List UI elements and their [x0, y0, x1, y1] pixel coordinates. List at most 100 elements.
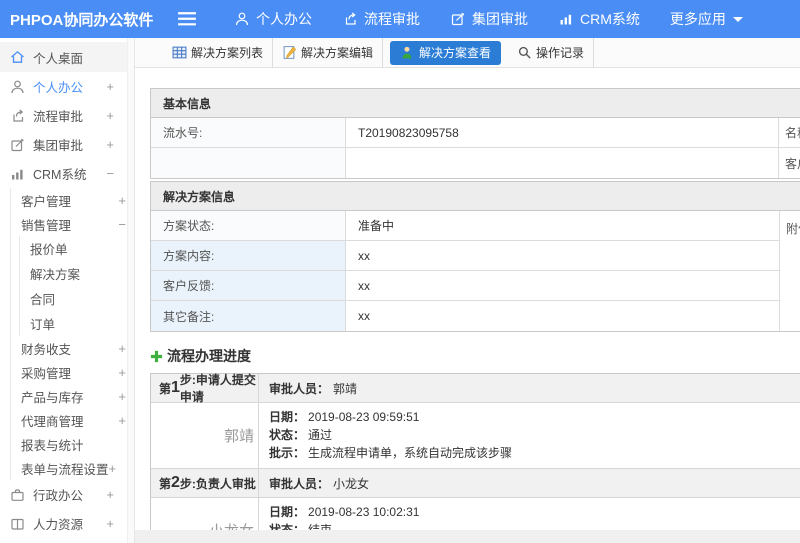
- field-label-empty: [151, 148, 346, 178]
- field-label-content: 方案内容:: [151, 241, 346, 270]
- crm-submenu: 客户管理 + 销售管理 − 报价单 解决方案 合同 订单 财务收支 + 采购管理…: [10, 188, 134, 480]
- nav-more-apps[interactable]: 更多应用: [655, 0, 758, 38]
- step-header-row: 第 2 步:负责人审批 审批人员： 小龙女: [151, 469, 800, 498]
- sidebar-item-label: 销售管理: [21, 218, 72, 233]
- tab-label: 解决方案查看: [419, 46, 492, 60]
- edit-square-icon: [9, 137, 26, 153]
- sidebar-item-label: 报价单: [30, 243, 68, 257]
- sidebar-item-order[interactable]: 订单: [20, 311, 134, 336]
- hamburger-menu-icon[interactable]: [177, 11, 197, 27]
- sidebar-item-personal-desktop[interactable]: 个人桌面: [0, 42, 134, 72]
- sidebar-scrollbar[interactable]: [127, 38, 134, 543]
- briefcase-icon: [9, 487, 26, 503]
- step-date: 日期： 2019-08-23 10:02:31: [269, 505, 420, 519]
- sidebar-item-label: 财务收支: [21, 342, 72, 357]
- tab-solution-list[interactable]: 解决方案列表: [163, 38, 274, 68]
- sidebar-item-agent-mgmt[interactable]: 代理商管理 +: [11, 408, 134, 432]
- expand-minus[interactable]: −: [106, 166, 122, 181]
- nav-crm-system[interactable]: CRM系统: [543, 0, 655, 38]
- field-label-serial: 流水号:: [151, 118, 346, 147]
- app-logo: PHPOA协同办公软件: [10, 11, 154, 29]
- sidebar-item-label: 行政办公: [33, 489, 84, 503]
- main-area: 解决方案列表 解决方案编辑 解决方案查看 操作记录 基本信息 流水号: T201…: [135, 38, 800, 543]
- sidebar-item-solution[interactable]: 解决方案: [20, 261, 134, 286]
- user-icon: [9, 79, 26, 95]
- edit-square-icon: [450, 11, 466, 27]
- table-row: 方案状态: 准备中: [151, 211, 779, 241]
- expand-plus[interactable]: +: [109, 461, 117, 476]
- sidebar-item-label: 集团审批: [33, 139, 84, 153]
- sidebar-item-personal-office[interactable]: 个人办公 +: [0, 72, 134, 101]
- field-value-serial: T20190823095758: [346, 118, 779, 147]
- step-header-row: 第 1 步:申请人提交申请 审批人员： 郭靖: [151, 373, 800, 404]
- workflow-icon: [9, 108, 26, 124]
- table-row: 其它备注: xx: [151, 301, 779, 331]
- step-date: 日期： 2019-08-23 09:59:51: [269, 410, 420, 424]
- sidebar-item-customer-mgmt[interactable]: 客户管理 +: [11, 188, 134, 212]
- field-label-feedback: 客户反馈:: [151, 271, 346, 300]
- table-row: 客户反馈: xx: [151, 271, 779, 301]
- section-header-solution-info: 解决方案信息: [151, 182, 800, 211]
- expand-plus[interactable]: +: [106, 108, 122, 123]
- field-value-empty: [346, 148, 779, 178]
- sidebar-item-reports-stats[interactable]: 报表与统计: [11, 432, 134, 456]
- section-header-basic-info: 基本信息: [151, 89, 800, 118]
- user-icon: [234, 11, 250, 27]
- sidebar-item-label: 流程审批: [33, 110, 84, 124]
- tab-solution-edit[interactable]: 解决方案编辑: [273, 38, 384, 68]
- sidebar-item-label: 采购管理: [21, 366, 72, 381]
- field-value-content: xx: [358, 248, 370, 263]
- basic-info-table: 基本信息 流水号: T20190823095758 名称 客户: [150, 88, 800, 179]
- nav-workflow-approval[interactable]: 流程审批: [327, 0, 435, 38]
- sidebar-item-workflow-approval[interactable]: 流程审批 +: [0, 101, 134, 130]
- step-approver: 审批人员： 小龙女: [269, 476, 370, 491]
- tab-operation-log[interactable]: 操作记录: [508, 38, 595, 68]
- sidebar-item-quotation[interactable]: 报价单: [20, 236, 134, 261]
- expand-plus[interactable]: +: [106, 487, 122, 502]
- nav-personal-office[interactable]: 个人办公: [219, 0, 327, 38]
- sidebar-item-label: 订单: [30, 318, 56, 332]
- expand-plus[interactable]: +: [106, 137, 122, 152]
- sidebar-item-purchase-mgmt[interactable]: 采购管理 +: [11, 360, 134, 384]
- top-nav: 个人办公 流程审批 集团审批 CRM系统 更多应用: [219, 0, 758, 38]
- sidebar-item-label: 表单与流程设置: [21, 462, 109, 477]
- expand-plus[interactable]: +: [106, 516, 122, 531]
- sidebar-item-group-approval[interactable]: 集团审批 +: [0, 130, 134, 159]
- edit-doc-icon: [282, 45, 297, 60]
- solution-info-table: 解决方案信息 方案状态: 准备中 方案内容: xx 客户反馈: xx 其它备注:…: [150, 181, 800, 332]
- page-background-strip: [135, 530, 800, 543]
- step-status: 状态： 通过: [269, 428, 333, 442]
- sidebar-item-crm-system[interactable]: CRM系统 −: [0, 159, 134, 188]
- approver-name: 郭靖: [151, 403, 259, 468]
- sidebar-item-human-resources[interactable]: 人力资源 +: [0, 509, 134, 538]
- sidebar-item-label: 个人办公: [33, 81, 84, 95]
- sidebar-item-finance[interactable]: 财务收支 +: [11, 336, 134, 360]
- expand-plus[interactable]: +: [106, 79, 122, 94]
- sidebar-item-label: 代理商管理: [21, 414, 84, 429]
- field-label-remark: 其它备注:: [151, 301, 346, 331]
- step-label: 第 1 步:申请人提交申请: [151, 373, 259, 404]
- bar-chart-icon: [558, 11, 574, 27]
- sidebar-item-product-inventory[interactable]: 产品与库存 +: [11, 384, 134, 408]
- sidebar-item-contract[interactable]: 合同: [20, 286, 134, 311]
- bar-chart-icon: [9, 166, 26, 182]
- nav-label: CRM系统: [580, 11, 640, 27]
- sidebar-item-form-workflow-settings[interactable]: 表单与流程设置 +: [11, 456, 134, 480]
- tab-solution-view[interactable]: 解决方案查看: [390, 40, 502, 65]
- nav-group-approval[interactable]: 集团审批: [435, 0, 543, 38]
- view-user-icon: [400, 45, 415, 60]
- grid-icon: [172, 45, 187, 60]
- sales-submenu: 报价单 解决方案 合同 订单: [19, 236, 134, 336]
- sidebar-item-sales-mgmt[interactable]: 销售管理 −: [11, 212, 134, 236]
- nav-label: 集团审批: [472, 11, 528, 27]
- plus-icon: [150, 350, 163, 363]
- sidebar-item-label: 客户管理: [21, 194, 72, 209]
- step-approver: 审批人员： 郭靖: [269, 381, 358, 396]
- nav-label: 流程审批: [364, 11, 420, 27]
- sidebar-item-admin-office[interactable]: 行政办公 +: [0, 480, 134, 509]
- nav-label: 更多应用: [669, 11, 726, 27]
- progress-title-text: 流程办理进度: [167, 348, 251, 364]
- search-icon: [517, 45, 532, 60]
- field-label-name: 名称: [785, 126, 800, 140]
- sidebar-item-label: 人力资源: [33, 518, 84, 532]
